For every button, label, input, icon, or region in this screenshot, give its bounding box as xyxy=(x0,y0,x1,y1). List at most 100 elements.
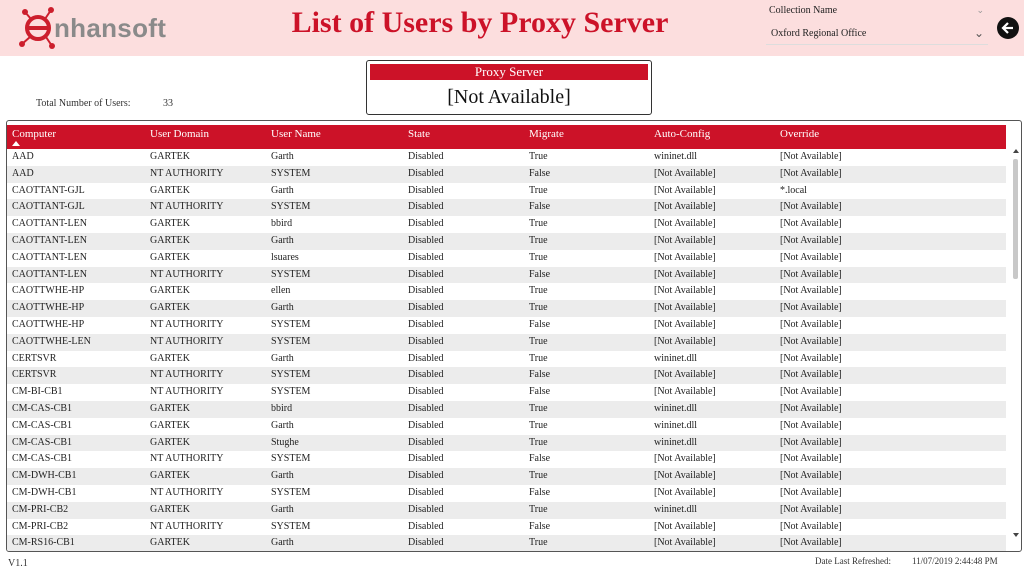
table-cell: CM-PRI-CB2 xyxy=(12,503,69,515)
table-row[interactable]: AAD NT AUTHORITY SYSTEM Disabled False [Not A… xyxy=(7,165,1006,183)
table-cell: NT AUTHORITY xyxy=(150,386,224,398)
table-cell: SYSTEM xyxy=(271,453,311,465)
table-cell: [Not Available] xyxy=(780,403,842,414)
table-cell: True xyxy=(529,251,548,263)
table-cell: [Not Available] xyxy=(780,251,842,263)
refresh-label: Date Last Refreshed: xyxy=(815,556,891,566)
table-cell: wininet.dll xyxy=(654,419,698,431)
table-cell: CAOTTANT-LEN xyxy=(12,251,87,263)
column-header-computer[interactable]: Computer xyxy=(12,128,56,140)
column-header-auto-config[interactable]: Auto-Config xyxy=(654,128,710,140)
table-row[interactable]: CAOTTANT-LEN GARTEK bbird Disabled True [Not … xyxy=(7,216,1006,233)
table-cell: CAOTTWHE-HP xyxy=(12,285,85,297)
vertical-scrollbar[interactable] xyxy=(1011,149,1021,549)
table-cell: Garth xyxy=(271,537,294,549)
table-cell: SYSTEM xyxy=(271,335,311,347)
table-cell: [Not Available] xyxy=(654,184,716,196)
table-cell: [Not Available] xyxy=(780,302,842,314)
table-row[interactable]: CAOTTANT-LEN GARTEK Garth Disabled True [Not … xyxy=(7,233,1006,250)
table-row[interactable]: CERTSVR GARTEK Garth Disabled True wininet.dl… xyxy=(7,351,1006,368)
table-cell: Disabled xyxy=(408,537,444,549)
card-value: [Not Available] xyxy=(447,86,571,108)
table-cell: GARTEK xyxy=(150,251,190,263)
proxy-server-card: Proxy Server [Not Available] xyxy=(366,60,652,115)
slicer-collapse-icon[interactable]: ⌄ xyxy=(976,5,984,16)
table-cell: NT AUTHORITY xyxy=(150,319,224,330)
collection-name-slicer[interactable]: Collection Name ⌄ Oxford Regional Office… xyxy=(766,3,988,53)
table-row[interactable]: CM-RS16-CB1 GARTEK Garth Disabled True [Not A… xyxy=(7,535,1006,551)
table-cell: Disabled xyxy=(408,201,444,213)
table-row[interactable]: CAOTTANT-LEN GARTEK lsuares Disabled True [No… xyxy=(7,250,1006,267)
table-cell: Garth xyxy=(271,302,294,314)
table-row[interactable]: CM-CAS-CB1 GARTEK bbird Disabled True wininet… xyxy=(7,401,1006,418)
table-cell: GARTEK xyxy=(150,235,190,246)
table-cell: [Not Available] xyxy=(780,487,842,498)
scroll-up-icon[interactable] xyxy=(1013,149,1019,153)
table-row[interactable]: CM-PRI-CB2 GARTEK Garth Disabled True wininet… xyxy=(7,501,1006,519)
table-row[interactable]: CM-PRI-CB2 NT AUTHORITY SYSTEM Disabled Fals… xyxy=(7,519,1006,536)
table-cell: Disabled xyxy=(408,419,444,431)
table-cell: wininet.dll xyxy=(654,503,698,515)
table-row[interactable]: CM-DWH-CB1 NT AUTHORITY SYSTEM Disabled Fals… xyxy=(7,485,1006,502)
table-row[interactable]: CAOTTWHE-HP GARTEK ellen Disabled True [Not A… xyxy=(7,283,1006,300)
slicer-selected-value: Oxford Regional Office xyxy=(771,28,867,39)
table-row[interactable]: CAOTTANT-GJL GARTEK Garth Disabled True [Not … xyxy=(7,183,1006,200)
table-row[interactable]: CM-CAS-CB1 GARTEK Stughe Disabled True winine… xyxy=(7,434,1006,452)
table-row[interactable]: CAOTTWHE-LEN NT AUTHORITY SYSTEM Disabled Tr… xyxy=(7,333,1006,351)
table-header: Computer User Domain User Name State Mig… xyxy=(7,125,1006,149)
table-row[interactable]: CM-CAS-CB1 GARTEK Garth Disabled True wininet… xyxy=(7,418,1006,435)
table-cell: NT AUTHORITY xyxy=(150,369,224,381)
table-cell: [Not Available] xyxy=(780,503,842,515)
sort-ascending-icon[interactable] xyxy=(12,141,20,146)
chevron-down-icon[interactable]: ⌄ xyxy=(974,26,984,41)
table-cell: False xyxy=(529,453,551,465)
column-header-state[interactable]: State xyxy=(408,128,430,140)
table-cell: GARTEK xyxy=(150,403,190,414)
table-cell: SYSTEM xyxy=(271,386,311,398)
table-cell: False xyxy=(529,520,551,532)
slicer-dropdown[interactable]: Oxford Regional Office ⌄ xyxy=(766,25,988,45)
table-row[interactable]: CAOTTANT-GJL NT AUTHORITY SYSTEM Disabled Fa… xyxy=(7,199,1006,217)
back-button[interactable] xyxy=(997,17,1019,39)
table-cell: [Not Available] xyxy=(780,369,842,381)
table-cell: GARTEK xyxy=(150,419,190,431)
column-header-migrate[interactable]: Migrate xyxy=(529,128,564,140)
version-label: V1.1 xyxy=(8,558,28,569)
table-cell: GARTEK xyxy=(150,352,190,364)
table-cell: [Not Available] xyxy=(654,251,716,263)
table-cell: CM-CAS-CB1 xyxy=(12,403,73,414)
column-header-user-domain[interactable]: User Domain xyxy=(150,128,209,140)
enhansoft-logo: nhansoft xyxy=(18,4,188,52)
table-cell: Disabled xyxy=(408,503,444,515)
table-cell: NT AUTHORITY xyxy=(150,520,224,532)
table-cell: Garth xyxy=(271,235,294,246)
scroll-down-icon[interactable] xyxy=(1013,533,1019,537)
table-cell: Garth xyxy=(271,352,294,364)
slicer-label: Collection Name xyxy=(769,5,838,16)
table-row[interactable]: CM-BI-CB1 NT AUTHORITY SYSTEM Disabled False… xyxy=(7,384,1006,401)
table-cell: wininet.dll xyxy=(654,352,698,364)
table-row[interactable]: CAOTTWHE-HP GARTEK Garth Disabled True [Not A… xyxy=(7,300,1006,317)
table-cell: CAOTTANT-GJL xyxy=(12,201,85,213)
table-row[interactable]: CAOTTANT-LEN NT AUTHORITY SYSTEM Disabled Fa… xyxy=(7,266,1006,284)
column-header-override[interactable]: Override xyxy=(780,128,819,140)
scrollbar-thumb[interactable] xyxy=(1013,159,1018,279)
table-row[interactable]: CAOTTWHE-HP NT AUTHORITY SYSTEM Disabled Fal… xyxy=(7,317,1006,334)
table-cell: [Not Available] xyxy=(780,470,842,482)
table-cell: CM-DWH-CB1 xyxy=(12,470,77,482)
table-row[interactable]: CERTSVR NT AUTHORITY SYSTEM Disabled False [N… xyxy=(7,367,1006,385)
table-cell: CM-RS16-CB1 xyxy=(12,537,75,549)
table-row[interactable]: CM-CAS-CB1 NT AUTHORITY SYSTEM Disabled Fals… xyxy=(7,451,1006,468)
table-cell: CM-CAS-CB1 xyxy=(12,436,73,448)
column-header-user-name[interactable]: User Name xyxy=(271,128,321,140)
table-cell: Garth xyxy=(271,419,294,431)
table-cell: False xyxy=(529,167,551,179)
table-cell: [Not Available] xyxy=(654,369,716,381)
table-cell: [Not Available] xyxy=(654,335,716,347)
table-cell: [Not Available] xyxy=(780,285,842,297)
table-row[interactable]: CM-DWH-CB1 GARTEK Garth Disabled True [Not Av… xyxy=(7,468,1006,485)
table-row[interactable]: AAD GARTEK Garth Disabled True wininet.dll [No… xyxy=(7,149,1006,166)
page-title: List of Users by Proxy Server xyxy=(291,6,669,39)
table-cell: [Not Available] xyxy=(654,302,716,314)
table-cell: NT AUTHORITY xyxy=(150,201,224,213)
